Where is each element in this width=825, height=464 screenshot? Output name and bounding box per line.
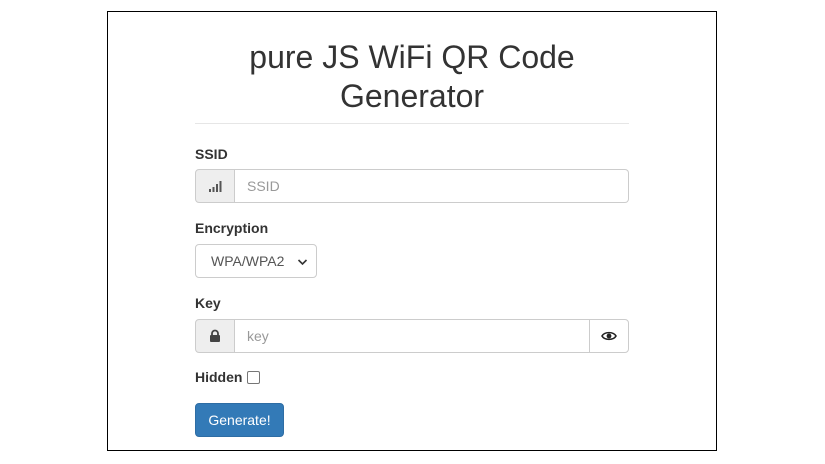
ssid-input-group xyxy=(195,169,629,203)
encryption-label: Encryption xyxy=(195,220,269,236)
page-title: pure JS WiFi QR Code Generator xyxy=(108,38,716,116)
ssid-input[interactable] xyxy=(235,169,629,203)
hidden-row: Hidden xyxy=(195,369,261,385)
signal-icon xyxy=(195,169,235,203)
lock-icon xyxy=(195,319,235,353)
hidden-checkbox[interactable] xyxy=(247,370,261,384)
key-input[interactable] xyxy=(235,319,589,353)
page-title-line2: Generator xyxy=(339,78,485,114)
app-container: pure JS WiFi QR Code Generator SSID Encr… xyxy=(107,11,717,451)
key-label: Key xyxy=(195,295,221,311)
encryption-select[interactable]: WPA/WPA2 xyxy=(195,244,317,278)
chevron-down-icon xyxy=(297,255,308,271)
eye-icon[interactable] xyxy=(589,319,629,353)
hidden-label: Hidden xyxy=(195,369,243,385)
page-title-line1: pure JS WiFi QR Code xyxy=(249,39,575,75)
title-divider xyxy=(195,123,629,124)
key-input-group xyxy=(195,319,629,353)
ssid-label: SSID xyxy=(195,146,228,162)
encryption-selected-value: WPA/WPA2 xyxy=(211,253,285,269)
generate-button[interactable]: Generate! xyxy=(195,403,284,437)
